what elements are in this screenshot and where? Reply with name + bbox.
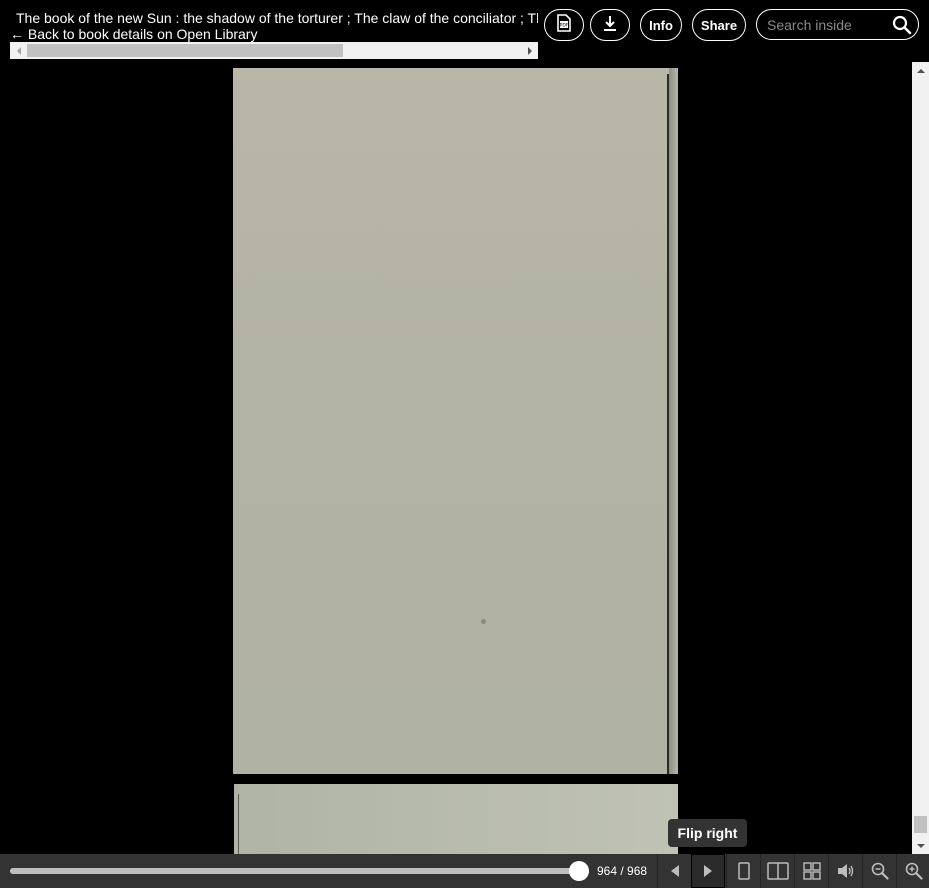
vertical-scrollbar[interactable] [912, 62, 929, 854]
header: The book of the new Sun : the shadow of … [0, 0, 929, 62]
horizontal-scrollbar-thumb[interactable] [27, 44, 343, 57]
page-count: 964 / 968 [597, 864, 648, 878]
search-box [756, 9, 919, 40]
back-to-book-details-link[interactable]: ← Back to book details on Open Library [10, 26, 257, 43]
book-page[interactable] [233, 68, 678, 774]
read-aloud-button[interactable] [828, 854, 862, 888]
scroll-down-arrow[interactable] [912, 837, 929, 854]
search-input[interactable] [767, 16, 887, 34]
page-gutter-shade [669, 68, 678, 774]
download-button[interactable] [590, 9, 630, 41]
flip-right-button[interactable] [691, 854, 725, 888]
flip-left-icon [668, 864, 682, 878]
scroll-up-arrow[interactable] [912, 62, 929, 79]
zoom-in-button[interactable] [896, 854, 929, 888]
speaker-icon [837, 863, 855, 879]
share-button[interactable]: Share [692, 9, 746, 41]
info-button[interactable]: Info [640, 9, 682, 41]
zoom-out-button[interactable] [862, 854, 896, 888]
pdf-file-icon: PDF [556, 13, 572, 37]
page-slider[interactable] [10, 861, 589, 881]
svg-text:PDF: PDF [560, 22, 569, 28]
thumbnail-view-button[interactable] [794, 854, 828, 888]
pdf-button[interactable]: PDF [544, 9, 584, 41]
zoom-out-icon [871, 862, 889, 880]
next-page-edge [238, 794, 239, 854]
two-page-view-icon [766, 862, 789, 880]
page-spot [481, 619, 486, 624]
flip-right-icon [701, 864, 715, 878]
book-title: The book of the new Sun : the shadow of … [16, 10, 538, 26]
zoom-in-icon [905, 862, 923, 880]
scroll-left-arrow[interactable] [10, 42, 27, 59]
one-page-view-button[interactable] [726, 854, 760, 888]
one-page-view-icon [737, 862, 751, 880]
page-gutter-line [667, 74, 669, 774]
flip-left-button[interactable] [657, 854, 691, 888]
two-page-view-button[interactable] [760, 854, 794, 888]
horizontal-scrollbar[interactable] [10, 42, 538, 59]
page-slider-handle[interactable] [568, 861, 589, 881]
book-viewer[interactable] [0, 62, 912, 854]
search-icon[interactable] [892, 15, 912, 35]
vertical-scrollbar-thumb[interactable] [914, 816, 927, 833]
flip-right-tooltip: Flip right [668, 819, 747, 847]
download-icon [602, 14, 618, 37]
scroll-right-arrow[interactable] [521, 42, 538, 59]
page-slider-fill [10, 868, 579, 874]
thumbnail-view-icon [802, 862, 821, 880]
bottom-navbar: 964 / 968 [0, 854, 929, 888]
next-book-page[interactable] [234, 784, 678, 854]
